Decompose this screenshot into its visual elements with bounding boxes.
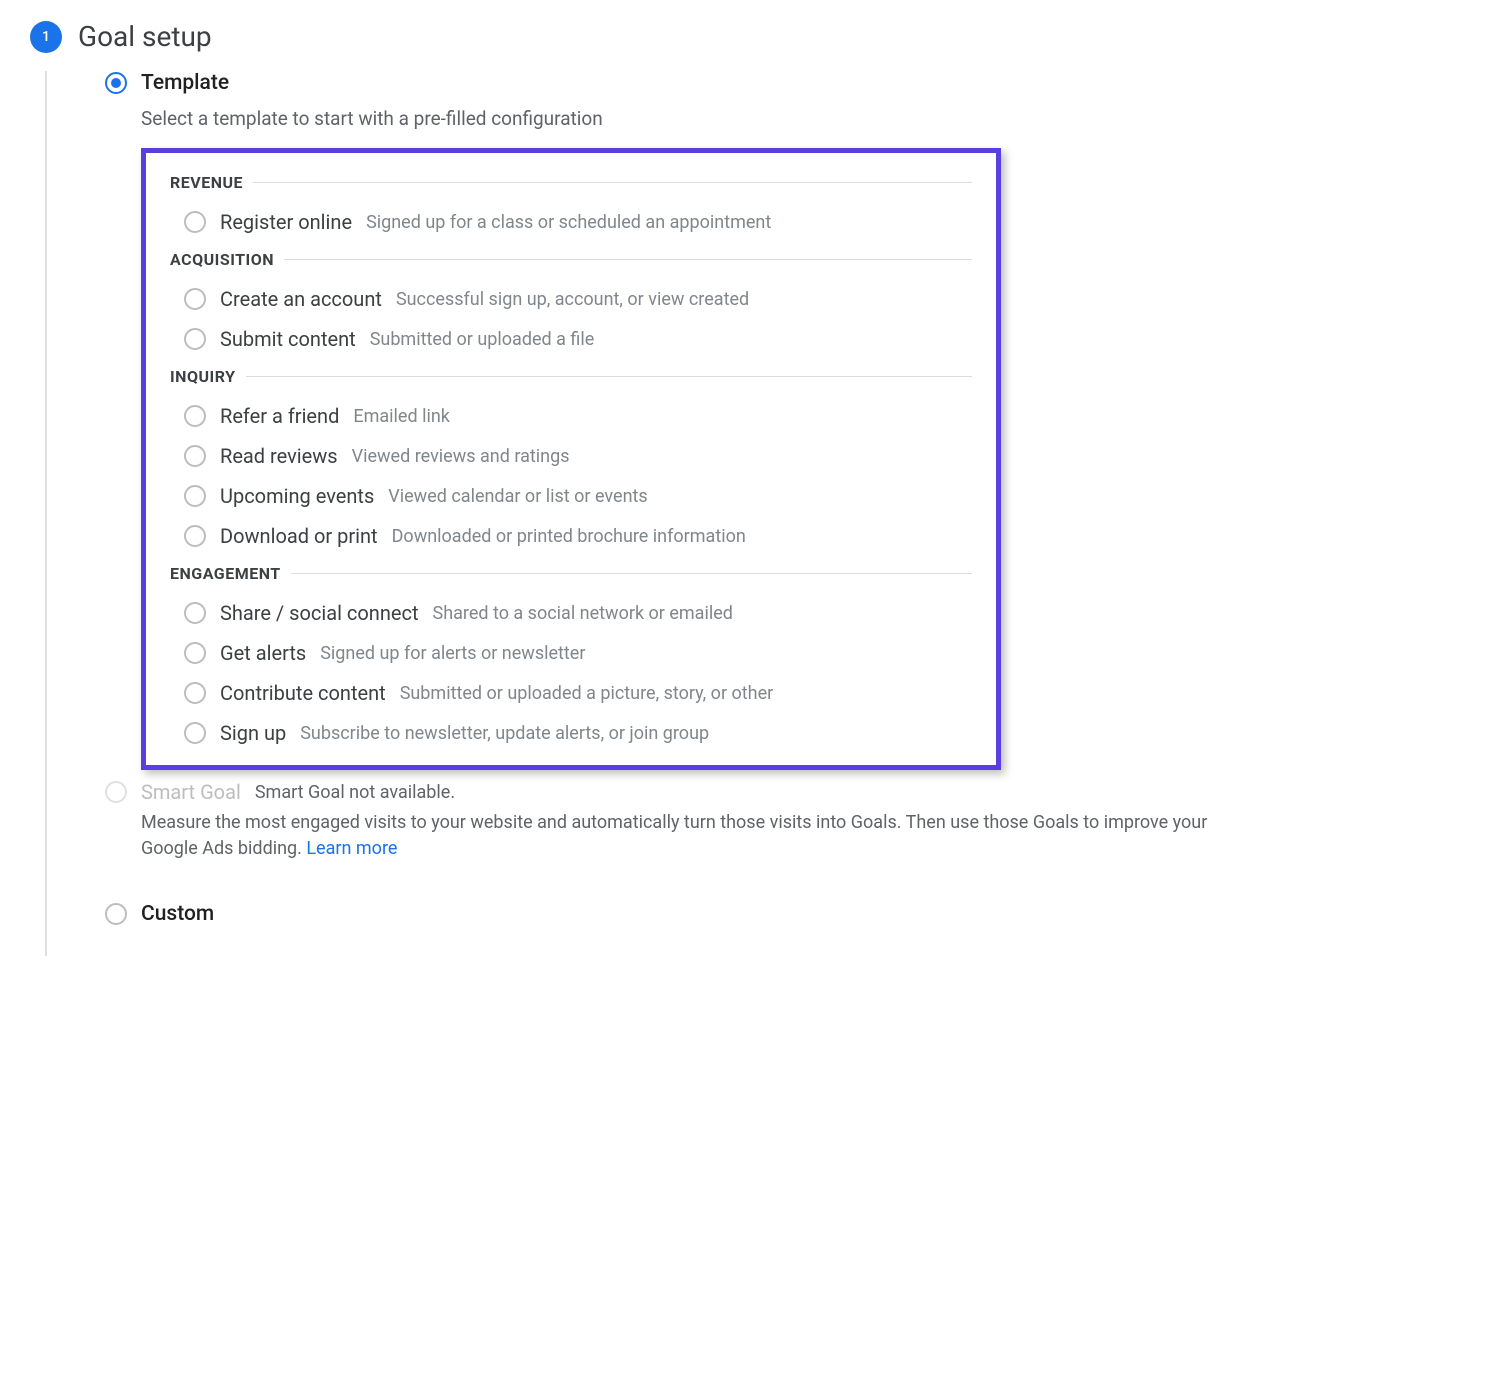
template-label: Register online: [220, 210, 352, 234]
template-desc: Viewed reviews and ratings: [352, 446, 570, 467]
template-sign-up[interactable]: Sign up Subscribe to newsletter, update …: [170, 713, 972, 753]
template-label: Sign up: [220, 721, 286, 745]
template-label: Refer a friend: [220, 404, 339, 428]
template-label: Download or print: [220, 524, 378, 548]
template-refer-friend[interactable]: Refer a friend Emailed link: [170, 396, 972, 436]
divider: [291, 573, 972, 574]
template-highlight-box: REVENUE Register online Signed up for a …: [141, 148, 1001, 770]
category-header-engagement: ENGAGEMENT: [170, 564, 972, 583]
category-header-revenue: REVENUE: [170, 173, 972, 192]
radio-disabled-icon: [105, 781, 127, 803]
template-label: Upcoming events: [220, 484, 374, 508]
radio-selected-icon[interactable]: [105, 72, 127, 94]
template-read-reviews[interactable]: Read reviews Viewed reviews and ratings: [170, 436, 972, 476]
template-label: Submit content: [220, 327, 356, 351]
template-desc: Submitted or uploaded a picture, story, …: [400, 683, 774, 704]
option-custom[interactable]: Custom: [105, 902, 1470, 926]
option-template[interactable]: Template: [105, 71, 1470, 95]
radio-icon[interactable]: [184, 525, 206, 547]
radio-icon[interactable]: [184, 682, 206, 704]
template-label: Read reviews: [220, 444, 338, 468]
template-register-online[interactable]: Register online Signed up for a class or…: [170, 202, 972, 242]
divider: [246, 376, 972, 377]
smart-help-text: Measure the most engaged visits to your …: [141, 812, 1207, 859]
radio-icon[interactable]: [184, 445, 206, 467]
option-template-subtext: Select a template to start with a pre-fi…: [141, 107, 1470, 130]
radio-icon[interactable]: [184, 328, 206, 350]
template-desc: Signed up for alerts or newsletter: [320, 643, 585, 664]
template-get-alerts[interactable]: Get alerts Signed up for alerts or newsl…: [170, 633, 972, 673]
radio-icon[interactable]: [184, 211, 206, 233]
divider: [284, 259, 972, 260]
template-create-account[interactable]: Create an account Successful sign up, ac…: [170, 279, 972, 319]
category-title: REVENUE: [170, 173, 243, 192]
step-header: 1 Goal setup: [30, 20, 1470, 53]
radio-icon[interactable]: [105, 903, 127, 925]
template-upcoming-events[interactable]: Upcoming events Viewed calendar or list …: [170, 476, 972, 516]
template-share-social[interactable]: Share / social connect Shared to a socia…: [170, 593, 972, 633]
template-desc: Successful sign up, account, or view cre…: [396, 289, 749, 310]
template-desc: Submitted or uploaded a file: [370, 329, 595, 350]
learn-more-link[interactable]: Learn more: [306, 838, 397, 859]
template-desc: Signed up for a class or scheduled an ap…: [366, 212, 771, 233]
option-smart-goal: Smart Goal Smart Goal not available.: [105, 780, 1470, 804]
radio-icon[interactable]: [184, 602, 206, 624]
template-desc: Subscribe to newsletter, update alerts, …: [300, 723, 709, 744]
category-header-inquiry: INQUIRY: [170, 367, 972, 386]
option-template-label: Template: [141, 71, 229, 95]
template-label: Contribute content: [220, 681, 386, 705]
radio-icon[interactable]: [184, 288, 206, 310]
category-header-acquisition: ACQUISITION: [170, 250, 972, 269]
template-label: Share / social connect: [220, 601, 419, 625]
step-body: Template Select a template to start with…: [45, 71, 1470, 956]
template-submit-content[interactable]: Submit content Submitted or uploaded a f…: [170, 319, 972, 359]
step-title: Goal setup: [78, 20, 212, 53]
option-custom-label: Custom: [141, 902, 214, 926]
option-smart-label: Smart Goal: [141, 780, 241, 804]
option-smart-help: Measure the most engaged visits to your …: [141, 810, 1241, 862]
template-contribute-content[interactable]: Contribute content Submitted or uploaded…: [170, 673, 972, 713]
template-download-print[interactable]: Download or print Downloaded or printed …: [170, 516, 972, 556]
category-title: ENGAGEMENT: [170, 564, 281, 583]
template-label: Get alerts: [220, 641, 306, 665]
option-smart-status: Smart Goal not available.: [255, 782, 455, 803]
template-label: Create an account: [220, 287, 382, 311]
radio-icon[interactable]: [184, 485, 206, 507]
radio-icon[interactable]: [184, 722, 206, 744]
category-title: INQUIRY: [170, 367, 236, 386]
template-desc: Downloaded or printed brochure informati…: [392, 526, 746, 547]
radio-icon[interactable]: [184, 405, 206, 427]
divider: [253, 182, 972, 183]
radio-icon[interactable]: [184, 642, 206, 664]
template-desc: Viewed calendar or list or events: [388, 486, 647, 507]
category-title: ACQUISITION: [170, 250, 274, 269]
step-number-badge: 1: [30, 21, 62, 53]
template-desc: Emailed link: [353, 406, 450, 427]
template-desc: Shared to a social network or emailed: [433, 603, 733, 624]
